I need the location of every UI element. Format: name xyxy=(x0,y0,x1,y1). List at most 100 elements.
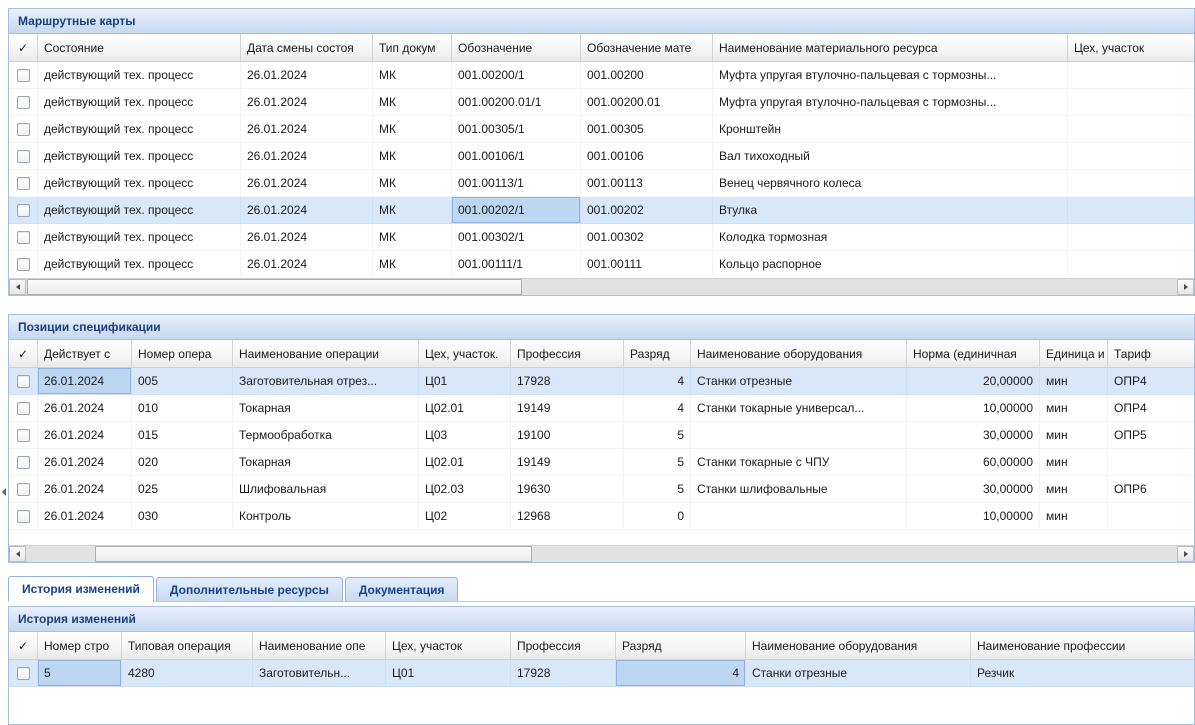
column-header[interactable]: Наименование материального ресурса xyxy=(713,34,1068,61)
table-cell[interactable]: Токарная xyxy=(233,395,419,421)
table-cell[interactable]: Станки токарные с ЧПУ xyxy=(691,449,907,475)
table-cell[interactable]: 12968 xyxy=(511,503,624,529)
table-cell[interactable]: 4280 xyxy=(122,660,253,686)
table-row[interactable]: действующий тех. процесс26.01.2024МК001.… xyxy=(9,89,1194,116)
scrollbar-track[interactable] xyxy=(26,279,1177,295)
scrollbar-thumb[interactable] xyxy=(95,546,532,562)
table-row[interactable]: действующий тех. процесс26.01.2024МК001.… xyxy=(9,224,1194,251)
scrollbar-thumb[interactable] xyxy=(27,279,522,295)
scroll-right-button[interactable] xyxy=(1177,546,1194,562)
table-cell[interactable]: 26.01.2024 xyxy=(38,395,132,421)
table-cell[interactable]: Станки шлифовальные xyxy=(691,476,907,502)
row-check-cell[interactable] xyxy=(9,503,38,529)
table-cell[interactable]: МК xyxy=(373,116,452,142)
table-cell[interactable] xyxy=(1068,251,1194,277)
table-cell[interactable]: 001.00111 xyxy=(581,251,713,277)
row-check-cell[interactable] xyxy=(9,660,38,686)
table-cell[interactable]: мин xyxy=(1040,449,1108,475)
table-row[interactable]: действующий тех. процесс26.01.2024МК001.… xyxy=(9,170,1194,197)
table-cell[interactable] xyxy=(1108,503,1194,529)
table-row[interactable]: 54280Заготовительн...Ц01179284Станки отр… xyxy=(9,660,1194,687)
table-cell[interactable]: Резчик xyxy=(971,660,1194,686)
table-cell[interactable]: 0 xyxy=(624,503,691,529)
table-cell[interactable]: 001.00202 xyxy=(581,197,713,223)
table-cell[interactable]: 26.01.2024 xyxy=(241,251,373,277)
table-cell[interactable]: МК xyxy=(373,62,452,88)
row-check-cell[interactable] xyxy=(9,422,38,448)
table-cell[interactable]: 17928 xyxy=(511,660,616,686)
column-header[interactable]: Наименование оборудования xyxy=(746,632,971,659)
table-cell[interactable]: 001.00200.01/1 xyxy=(452,89,581,115)
select-all-header[interactable]: ✓ xyxy=(9,340,38,367)
row-check-cell[interactable] xyxy=(9,449,38,475)
table-cell[interactable]: МК xyxy=(373,143,452,169)
row-check-cell[interactable] xyxy=(9,368,38,394)
column-header[interactable]: Наименование опе xyxy=(253,632,386,659)
row-checkbox[interactable] xyxy=(17,96,30,109)
table-cell[interactable]: Ц02.01 xyxy=(419,449,511,475)
table-cell[interactable]: 30,00000 xyxy=(907,476,1040,502)
table-cell[interactable]: Ц01 xyxy=(419,368,511,394)
row-check-cell[interactable] xyxy=(9,395,38,421)
spec-positions-hscrollbar[interactable] xyxy=(9,545,1194,562)
table-cell[interactable]: МК xyxy=(373,224,452,250)
column-header[interactable]: Профессия xyxy=(511,340,624,367)
column-header[interactable]: Разряд xyxy=(616,632,746,659)
table-cell[interactable]: мин xyxy=(1040,368,1108,394)
table-cell[interactable] xyxy=(1108,449,1194,475)
table-cell[interactable]: МК xyxy=(373,251,452,277)
row-check-cell[interactable] xyxy=(9,116,38,142)
column-header[interactable]: Цех, участок. xyxy=(419,340,511,367)
table-cell[interactable]: Кронштейн xyxy=(713,116,1068,142)
column-header[interactable]: Наименование оборудования xyxy=(691,340,907,367)
column-header[interactable]: Наименование операции xyxy=(233,340,419,367)
table-cell[interactable]: 26.01.2024 xyxy=(241,197,373,223)
table-cell[interactable]: 19630 xyxy=(511,476,624,502)
row-checkbox[interactable] xyxy=(17,375,30,388)
table-cell[interactable]: 4 xyxy=(616,660,746,686)
row-checkbox[interactable] xyxy=(17,69,30,82)
table-cell[interactable]: 001.00305 xyxy=(581,116,713,142)
table-cell[interactable]: МК xyxy=(373,197,452,223)
scrollbar-track[interactable] xyxy=(26,546,1177,562)
row-checkbox[interactable] xyxy=(17,483,30,496)
table-cell[interactable]: 4 xyxy=(624,395,691,421)
table-cell[interactable]: действующий тех. процесс xyxy=(38,170,241,196)
table-cell[interactable]: Станки токарные универсал... xyxy=(691,395,907,421)
table-cell[interactable]: 025 xyxy=(132,476,233,502)
table-cell[interactable]: 26.01.2024 xyxy=(38,422,132,448)
table-cell[interactable]: 030 xyxy=(132,503,233,529)
table-cell[interactable]: 26.01.2024 xyxy=(241,143,373,169)
table-cell[interactable]: 001.00200.01 xyxy=(581,89,713,115)
table-row[interactable]: 26.01.2024005Заготовительная отрез...Ц01… xyxy=(9,368,1194,395)
column-header[interactable]: Номер опера xyxy=(132,340,233,367)
column-header[interactable]: Дата смены состоя xyxy=(241,34,373,61)
table-cell[interactable]: 001.00200 xyxy=(581,62,713,88)
row-check-cell[interactable] xyxy=(9,89,38,115)
table-cell[interactable] xyxy=(1068,62,1194,88)
table-cell[interactable]: 001.00111/1 xyxy=(452,251,581,277)
table-cell[interactable]: Ц03 xyxy=(419,422,511,448)
table-cell[interactable]: 001.00113/1 xyxy=(452,170,581,196)
table-cell[interactable]: 005 xyxy=(132,368,233,394)
tab-documentation[interactable]: Документация xyxy=(345,577,459,601)
table-cell[interactable]: 10,00000 xyxy=(907,395,1040,421)
table-cell[interactable]: Муфта упругая втулочно-пальцевая с тормо… xyxy=(713,62,1068,88)
row-check-cell[interactable] xyxy=(9,251,38,277)
table-cell[interactable]: мин xyxy=(1040,395,1108,421)
table-cell[interactable]: 001.00302/1 xyxy=(452,224,581,250)
table-cell[interactable]: 26.01.2024 xyxy=(38,449,132,475)
table-cell[interactable]: действующий тех. процесс xyxy=(38,197,241,223)
row-check-cell[interactable] xyxy=(9,197,38,223)
table-cell[interactable]: МК xyxy=(373,170,452,196)
table-cell[interactable] xyxy=(691,503,907,529)
column-header[interactable]: Действует с xyxy=(38,340,132,367)
table-cell[interactable]: 001.00113 xyxy=(581,170,713,196)
row-check-cell[interactable] xyxy=(9,224,38,250)
table-cell[interactable]: Заготовительн... xyxy=(253,660,386,686)
table-cell[interactable]: 001.00106/1 xyxy=(452,143,581,169)
table-cell[interactable]: Ц02.01 xyxy=(419,395,511,421)
row-checkbox[interactable] xyxy=(17,667,30,680)
table-cell[interactable]: 001.00302 xyxy=(581,224,713,250)
table-cell[interactable]: Термообработка xyxy=(233,422,419,448)
